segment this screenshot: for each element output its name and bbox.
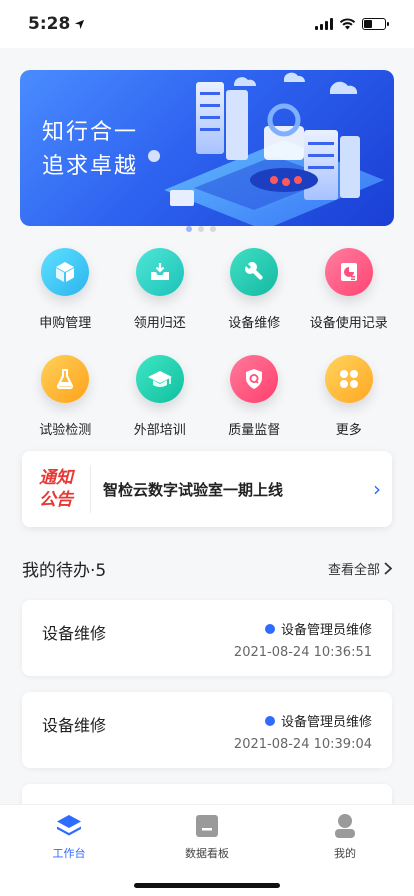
carousel-dot[interactable] [186,226,192,232]
todo-header: 我的待办·5 查看全部 [22,556,392,581]
tray-icon [135,248,184,296]
status-time: 5:28 [28,14,85,34]
carousel-dot[interactable] [210,226,216,232]
divider [90,465,91,513]
banner-slogan: 知行合一 追求卓越 [42,116,138,184]
todo-card-title: 设备维修 [42,716,107,735]
wifi-icon [339,18,356,30]
home-indicator [134,883,280,888]
wrench-icon [230,248,279,296]
grid-label: 试验检测 [39,423,92,438]
grid-item-testing[interactable]: 试验检测 [18,355,113,438]
todo-title: 我的待办·5 [22,561,107,581]
layers-icon [57,815,81,836]
banner-line1: 知行合一 [42,120,139,145]
grid-label: 更多 [335,423,362,438]
status-dot-icon [264,623,275,634]
grid-label: 设备使用记录 [309,316,388,331]
status-bar: 5:28 [0,0,414,48]
tab-label: 我的 [334,847,356,860]
box-icon [41,248,90,296]
board-icon [196,815,218,837]
todo-card-role: 设备管理员维修 [264,619,372,638]
notice-text: 智检云数字试验室一期上线 [103,480,284,499]
todo-card[interactable]: 设备维修 设备管理员维修 2021-08-24 10:36:51 [22,600,392,676]
todo-card-title: 设备维修 [42,624,107,643]
function-grid: 申购管理 领用归还 设备维修 设备使用记录 试验检测 外部培训 质量监督 更多 [18,248,396,438]
tab-label: 数据看板 [185,847,229,860]
grid-item-external-training[interactable]: 外部培训 [113,355,208,438]
carousel-dots [186,226,216,232]
carousel-dot[interactable] [198,226,204,232]
grid-item-quality-supervision[interactable]: 质量监督 [207,355,302,438]
grid-label: 设备维修 [228,316,281,331]
cellular-signal-icon [315,18,333,30]
chevron-right-icon[interactable]: › [362,477,392,501]
grid-label: 领用归还 [133,316,186,331]
grid-label: 申购管理 [39,316,92,331]
flask-icon [41,355,90,403]
more-grid-icon [324,355,373,403]
notice-badge: 通知 公告 [22,467,90,511]
grid-label: 外部培训 [133,423,186,438]
chart-doc-icon [324,248,373,296]
todo-card-role: 设备管理员维修 [264,711,372,730]
user-icon [335,814,355,838]
battery-icon [362,18,389,30]
todo-card-time: 2021-08-24 10:39:04 [233,737,372,752]
view-all-label: 查看全部 [327,563,380,578]
grid-item-usage-record[interactable]: 设备使用记录 [302,248,397,331]
notice-banner[interactable]: 通知 公告 智检云数字试验室一期上线 › [22,451,392,527]
chevron-right-icon [384,562,392,575]
todo-card-role-text: 设备管理员维修 [280,623,372,638]
location-arrow-icon [75,19,85,29]
notice-badge-line1: 通知 [39,468,73,488]
todo-card-time: 2021-08-24 10:36:51 [233,645,372,660]
server-illustration-icon [148,72,384,226]
banner-line2: 追求卓越 [42,154,139,179]
status-icons [315,18,389,30]
grid-item-purchase[interactable]: 申购管理 [18,248,113,331]
tab-workbench[interactable]: 工作台 [0,805,138,896]
status-time-text: 5:28 [28,14,71,34]
banner-carousel[interactable]: 知行合一 追求卓越 [20,70,394,226]
grid-item-equipment-repair[interactable]: 设备维修 [207,248,302,331]
todo-card-role-text: 设备管理员维修 [280,715,372,730]
tab-label: 工作台 [52,847,86,860]
grid-item-borrow-return[interactable]: 领用归还 [113,248,208,331]
grid-item-more[interactable]: 更多 [302,355,397,438]
grid-label: 质量监督 [228,423,281,438]
tab-profile[interactable]: 我的 [276,805,414,896]
shield-icon [230,355,279,403]
view-all-link[interactable]: 查看全部 [328,559,392,578]
status-dot-icon [264,715,275,726]
todo-card[interactable]: 设备维修 设备管理员维修 2021-08-24 10:39:04 [22,692,392,768]
notice-badge-line2: 公告 [39,490,73,510]
grad-cap-icon [135,355,184,403]
